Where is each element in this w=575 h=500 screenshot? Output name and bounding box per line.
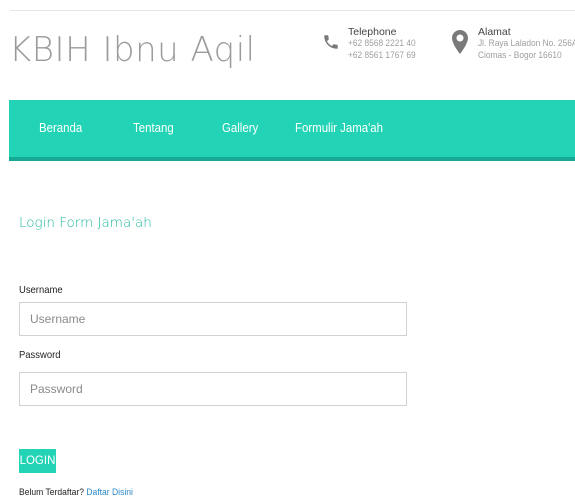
register-link[interactable]: Daftar Disini [86,487,133,498]
login-button[interactable]: LOGIN [19,449,56,473]
nav-item-formulir-jamaah[interactable]: Formulir Jama'ah [295,120,383,135]
phone-heading: Telephone [348,26,397,38]
username-input[interactable] [19,302,407,336]
phone-number: +62 8561 1767 69 [348,50,416,61]
nav-item-beranda[interactable]: Beranda [39,120,82,135]
password-input[interactable] [19,372,407,406]
address-line: Jl. Raya Laladon No. 256A [478,38,575,49]
login-form-title: Login Form Jama'ah [19,215,152,231]
site-logo[interactable]: KBIH Ibnu Aqil [9,30,256,70]
phone-icon [322,26,344,58]
nav-item-gallery[interactable]: Gallery [222,120,258,135]
top-divider [10,10,575,11]
password-label: Password [19,349,61,361]
address-contact: Alamat Jl. Raya Laladon No. 256A Ciomas … [452,26,575,62]
register-prompt: Belum Terdaftar? Daftar Disini [19,487,133,498]
phone-number: +62 8568 2221 40 [348,38,416,49]
main-nav: Beranda Tentang Gallery Formulir Jama'ah [9,100,575,161]
address-heading: Alamat [478,26,511,38]
map-pin-icon [452,26,474,58]
address-line: Ciomas - Bogor 16610 [478,50,562,61]
register-prompt-text: Belum Terdaftar? [19,487,84,498]
phone-contact: Telephone +62 8568 2221 40 +62 8561 1767… [322,26,425,62]
username-label: Username [19,284,63,296]
nav-item-tentang[interactable]: Tentang [133,120,174,135]
